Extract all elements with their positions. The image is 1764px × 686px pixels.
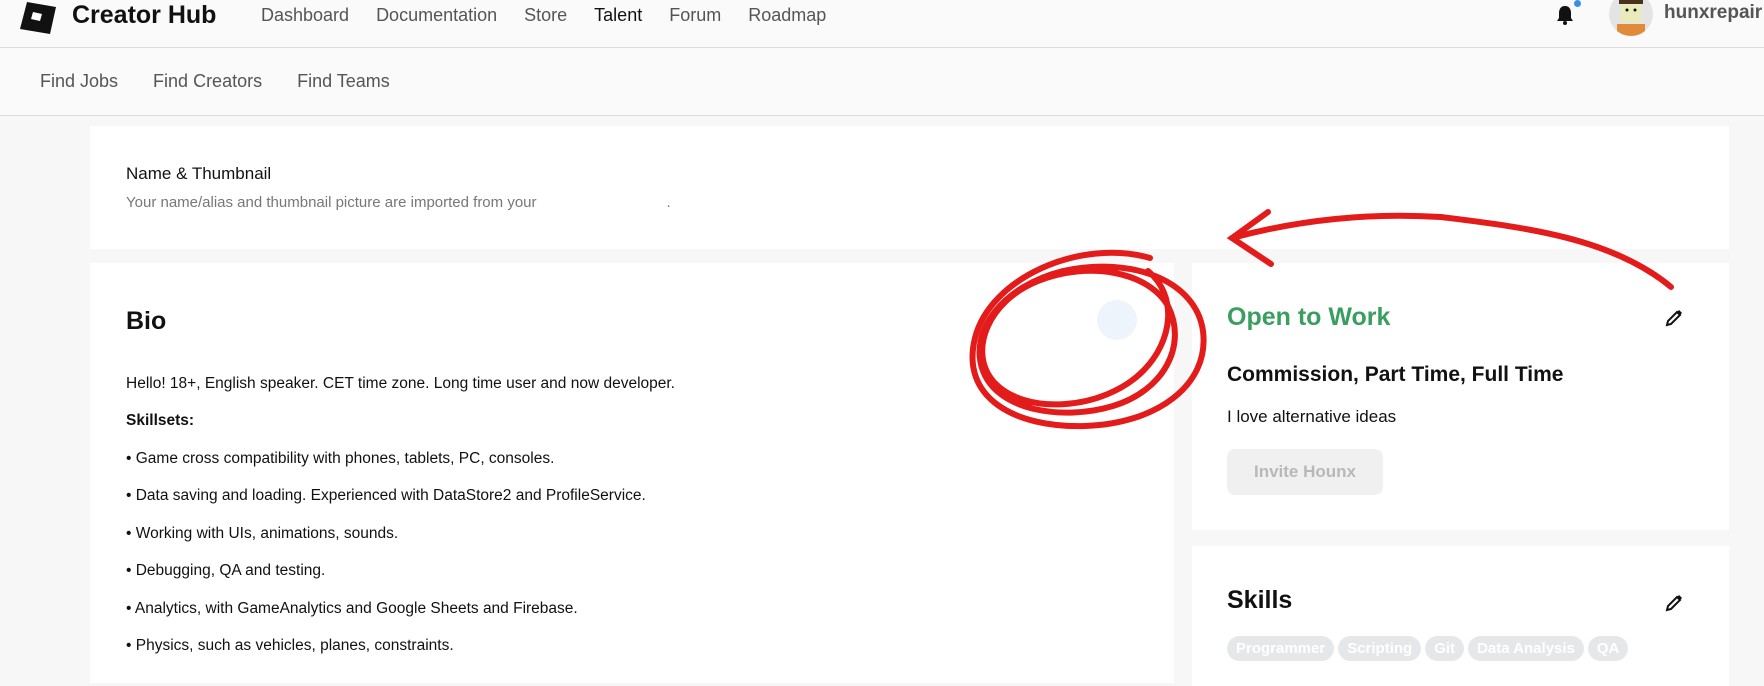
nav-store[interactable]: Store (524, 2, 567, 28)
work-types: Commission, Part Time, Full Time (1227, 363, 1564, 386)
nav-forum[interactable]: Forum (669, 2, 721, 28)
sub-nav: Find Jobs Find Creators Find Teams (0, 48, 1764, 116)
subnav-find-creators[interactable]: Find Creators (153, 71, 262, 92)
skill-chip: Programmer (1227, 636, 1335, 661)
bio-card: Bio Hello! 18+, English speaker. CET tim… (90, 263, 1174, 683)
subnav-find-teams[interactable]: Find Teams (297, 71, 390, 92)
bio-item: • Debugging, QA and testing. (126, 562, 326, 579)
main-nav: Dashboard Documentation Store Talent For… (261, 2, 826, 28)
edit-skills-pencil-icon[interactable] (1664, 593, 1684, 613)
skills-card: Skills Programmer Scripting Git Data Analys… (1192, 546, 1729, 686)
name-thumbnail-desc: Your name/alias and thumbnail picture ar… (126, 194, 537, 211)
work-status: Open to Work (1227, 303, 1391, 331)
bio-intro: Hello! 18+, English speaker. CET time zo… (126, 375, 675, 392)
nav-roadmap[interactable]: Roadmap (748, 2, 826, 28)
bell-icon[interactable] (1555, 4, 1575, 26)
bio-item: • Data saving and loading. Experienced w… (126, 487, 646, 504)
bio-item: • Game cross compatibility with phones, … (126, 450, 555, 467)
skill-chip: Git (1425, 636, 1465, 661)
skill-chips: Programmer Scripting Git Data Analysis QA (1227, 636, 1632, 661)
bio-item: • Working with UIs, animations, sounds. (126, 525, 399, 542)
roblox-logo-icon[interactable] (20, 2, 56, 34)
invite-button[interactable]: Invite Hounx (1227, 449, 1383, 495)
nav-dashboard[interactable]: Dashboard (261, 2, 349, 28)
bio-skillsets-label: Skillsets: (126, 412, 195, 429)
work-note: I love alternative ideas (1227, 407, 1397, 426)
skill-chip: Scripting (1338, 636, 1422, 661)
top-header: Creator Hub Dashboard Documentation Stor… (0, 0, 1764, 48)
avatar[interactable] (1609, 0, 1653, 36)
brand-title[interactable]: Creator Hub (72, 0, 216, 30)
subnav-find-jobs[interactable]: Find Jobs (40, 71, 118, 92)
name-thumbnail-title: Name & Thumbnail (126, 164, 272, 183)
bio-edit-button[interactable] (1097, 300, 1137, 340)
skill-chip: QA (1587, 636, 1629, 661)
open-to-work-card: Open to Work Commission, Part Time, Full… (1192, 263, 1729, 530)
skills-title: Skills (1227, 586, 1293, 614)
edit-work-pencil-icon[interactable] (1664, 308, 1684, 328)
bio-item: • Physics, such as vehicles, planes, con… (126, 637, 454, 654)
name-thumbnail-card: Name & Thumbnail Your name/alias and thu… (90, 126, 1729, 249)
bio-item: • Analytics, with GameAnalytics and Goog… (126, 600, 578, 617)
nav-documentation[interactable]: Documentation (376, 2, 497, 28)
nav-talent[interactable]: Talent (594, 2, 642, 28)
username[interactable]: hunxrepair (1664, 2, 1762, 24)
notification-dot (1574, 0, 1581, 7)
skill-chip: Data Analysis (1468, 636, 1584, 661)
bio-title: Bio (126, 307, 167, 335)
